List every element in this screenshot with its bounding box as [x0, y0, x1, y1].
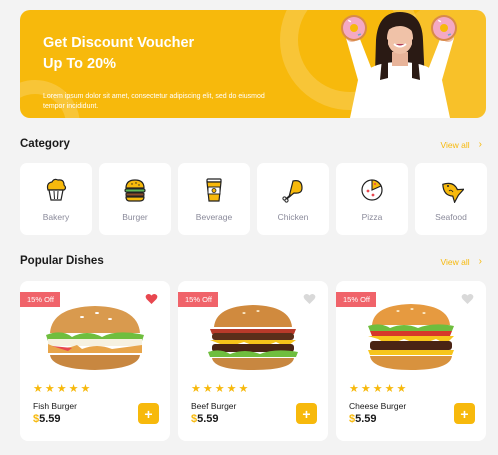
banner-title: Get Discount Voucher Up To 20%	[43, 35, 195, 72]
star-icon: ★	[56, 383, 67, 395]
dish-card-cheese-burger[interactable]: 15% Off ★ ★ ★ ★ ★ Cheese Burger $5.59 +	[336, 281, 486, 441]
rating-stars: ★ ★ ★ ★ ★	[33, 384, 90, 395]
star-icon: ★	[202, 383, 213, 395]
donut-right	[431, 15, 457, 41]
fish-icon	[442, 182, 464, 203]
dish-list: 15% Off ★ ★ ★ ★ ★ Fish Burger $5.59 + 15% Of…	[20, 281, 486, 441]
dish-price: $5.59	[349, 413, 377, 425]
star-icon: ★	[68, 383, 79, 395]
chevron-right-icon: ›	[478, 139, 482, 150]
dish-price: $5.59	[191, 413, 219, 425]
star-icon: ★	[44, 383, 55, 395]
pizza-icon	[361, 179, 383, 201]
category-item-seafood[interactable]: Seafood	[415, 163, 487, 235]
dish-name: Beef Burger	[191, 401, 237, 411]
rating-stars: ★ ★ ★ ★ ★	[349, 384, 406, 395]
category-label: Seafood	[435, 212, 467, 222]
category-section-title: Category	[20, 138, 70, 150]
price-value: 5.59	[355, 413, 377, 425]
star-icon: ★	[238, 383, 249, 395]
category-item-pizza[interactable]: Pizza	[336, 163, 408, 235]
dish-name: Cheese Burger	[349, 401, 407, 411]
beef-burger-image	[208, 305, 298, 370]
category-item-beverage[interactable]: Beverage	[178, 163, 250, 235]
category-list: Bakery Burger Beverage Chicken Pizza Sea…	[20, 163, 487, 235]
star-icon: ★	[360, 383, 371, 395]
category-label: Chicken	[277, 212, 309, 222]
star-icon: ★	[372, 383, 383, 395]
category-item-chicken[interactable]: Chicken	[257, 163, 329, 235]
category-label: Bakery	[42, 212, 70, 222]
add-to-cart-button[interactable]: +	[454, 403, 475, 424]
category-label: Beverage	[195, 212, 233, 222]
chevron-right-icon: ›	[478, 256, 482, 267]
dish-name: Fish Burger	[33, 401, 77, 411]
plus-icon: +	[144, 405, 153, 422]
dish-price: $5.59	[33, 413, 61, 425]
star-icon: ★	[226, 383, 237, 395]
category-label: Pizza	[361, 212, 383, 222]
muffin-icon	[46, 178, 67, 201]
fish-burger-image	[46, 306, 144, 370]
add-to-cart-button[interactable]: +	[296, 403, 317, 424]
coffee-cup-icon	[206, 178, 222, 202]
star-icon: ★	[33, 383, 43, 395]
popular-view-all-link[interactable]: View all ›	[440, 256, 482, 268]
star-icon: ★	[396, 383, 407, 395]
woman-with-donuts-image	[341, 12, 457, 118]
cheese-burger-image	[368, 304, 454, 370]
category-item-burger[interactable]: Burger	[99, 163, 171, 235]
star-icon: ★	[191, 383, 201, 395]
drumstick-icon	[282, 180, 303, 203]
star-icon: ★	[214, 383, 225, 395]
price-value: 5.59	[197, 413, 219, 425]
dish-card-beef-burger[interactable]: 15% Off ★ ★ ★ ★ ★ Beef Burger $5.59 +	[178, 281, 328, 441]
star-icon: ★	[384, 383, 395, 395]
star-icon: ★	[349, 383, 359, 395]
rating-stars: ★ ★ ★ ★ ★	[191, 384, 248, 395]
plus-icon: +	[302, 405, 311, 422]
plus-icon: +	[460, 405, 469, 422]
popular-dishes-section-title: Popular Dishes	[20, 255, 104, 267]
donut-left	[341, 15, 367, 41]
view-all-label: View all	[440, 257, 470, 267]
banner-description: Lorem ipsum dolor sit amet, consectetur …	[43, 93, 265, 110]
category-view-all-link[interactable]: View all ›	[440, 139, 482, 151]
category-item-bakery[interactable]: Bakery	[20, 163, 92, 235]
star-icon: ★	[80, 383, 91, 395]
dish-card-fish-burger[interactable]: 15% Off ★ ★ ★ ★ ★ Fish Burger $5.59 +	[20, 281, 170, 441]
add-to-cart-button[interactable]: +	[138, 403, 159, 424]
promo-banner[interactable]: Get Discount Voucher Up To 20% Lorem ips…	[20, 10, 486, 118]
category-label: Burger	[122, 212, 148, 222]
burger-icon	[124, 179, 146, 202]
price-value: 5.59	[39, 413, 61, 425]
view-all-label: View all	[440, 140, 470, 150]
